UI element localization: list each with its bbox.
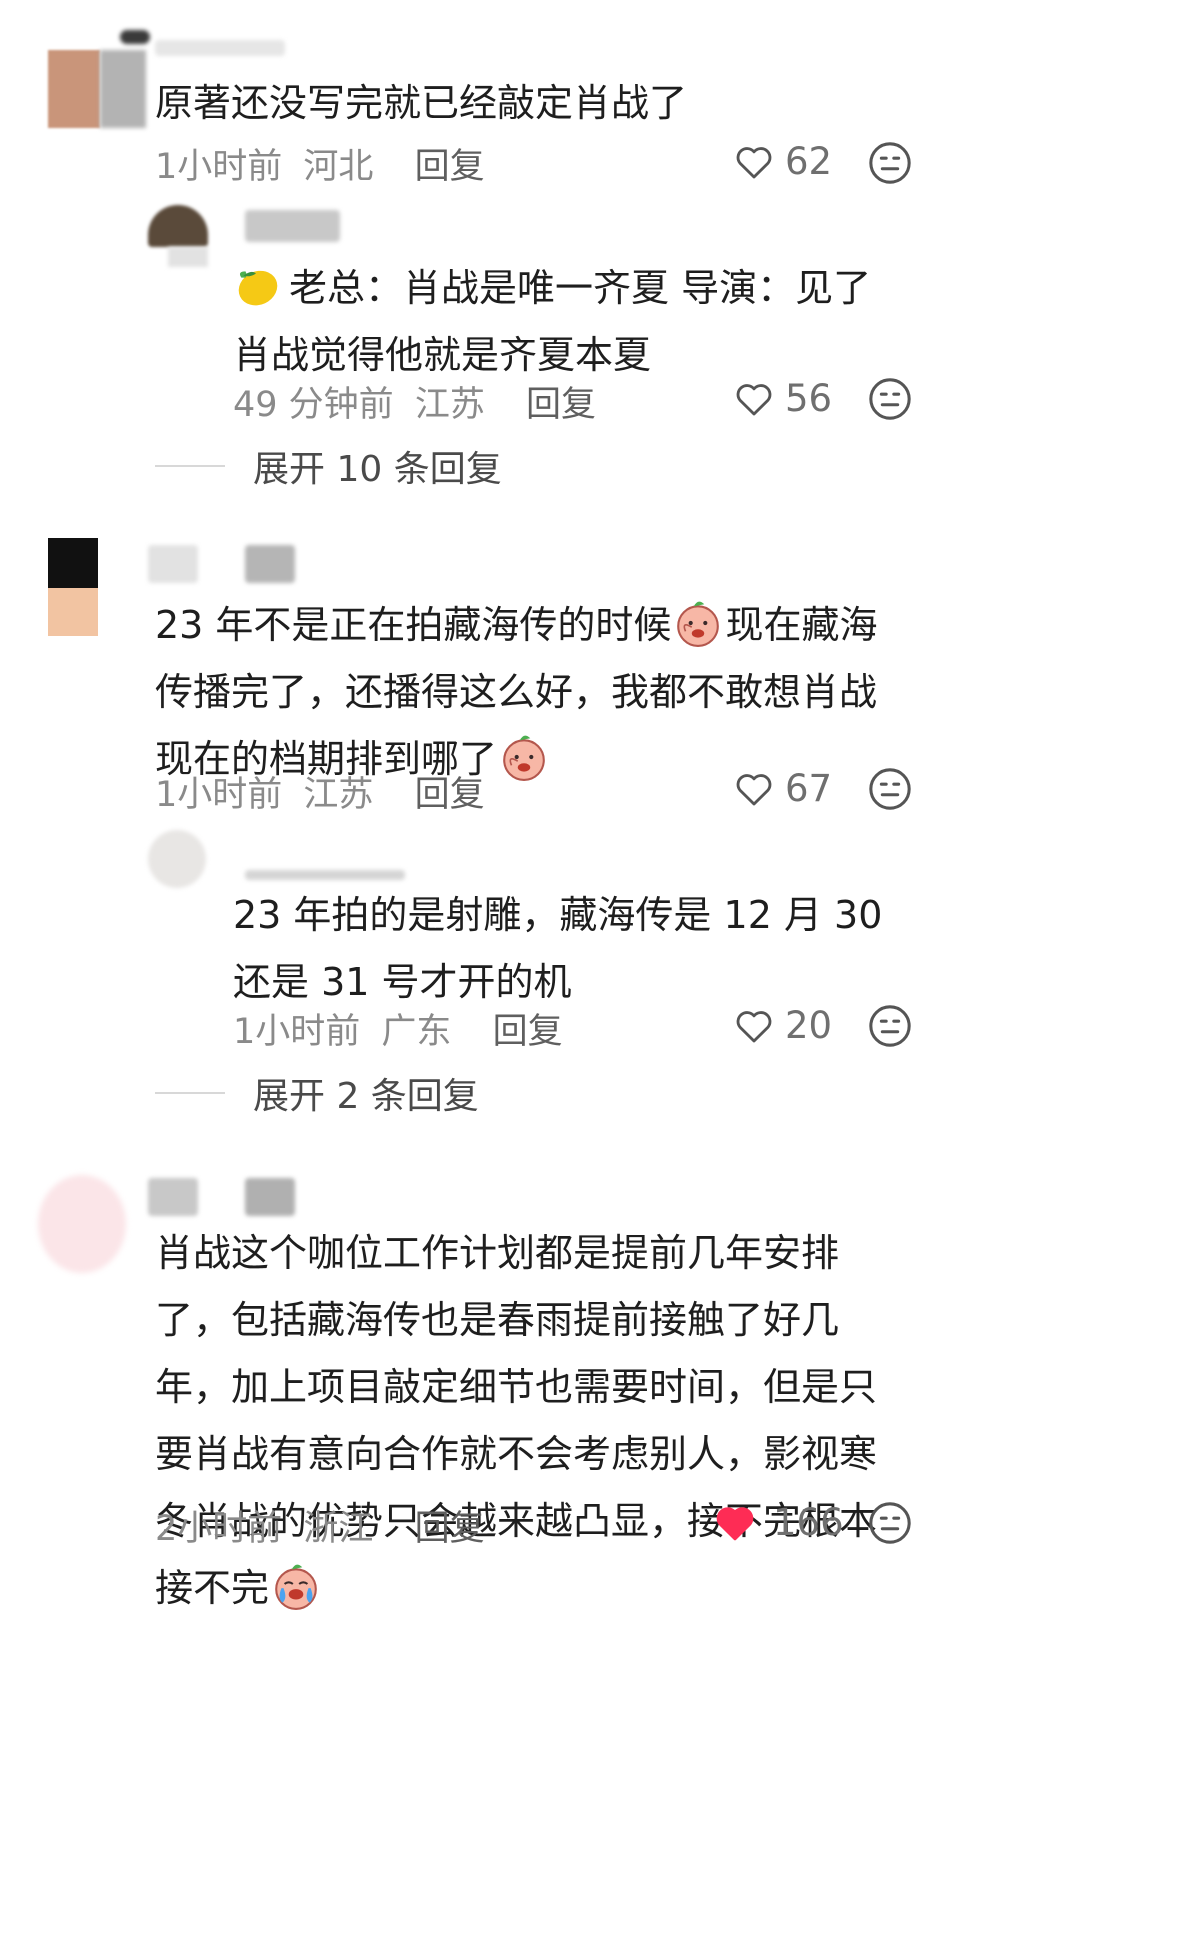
expand-replies-button[interactable]: 展开 2 条回复: [155, 1067, 479, 1119]
emoji-reaction-icon[interactable]: [867, 376, 913, 422]
like-count: 56: [785, 377, 833, 420]
heart-icon: [736, 146, 772, 178]
crying-peach-sticker-icon: [275, 1564, 317, 1610]
username[interactable]: [245, 210, 340, 242]
heart-icon: [736, 1010, 772, 1042]
comment-text: 23 年不是正在拍藏海传的时候 现在藏海传播完了，还播得这么好，我都不敢想肖战现在…: [155, 592, 900, 793]
emoji-reaction-icon[interactable]: [867, 766, 913, 812]
username[interactable]: [245, 870, 405, 880]
comment-location: 河北: [303, 147, 374, 187]
peach-sticker-icon: [677, 601, 720, 647]
like-count: 20: [785, 1004, 833, 1047]
comment-location: 江苏: [414, 385, 485, 425]
username[interactable]: [148, 1178, 198, 1216]
avatar[interactable]: [148, 830, 208, 890]
comment-meta: 1小时前 江苏 回复: [155, 766, 485, 817]
comment-location: 浙江: [303, 1509, 374, 1549]
lemon-emoji-icon: [238, 270, 278, 306]
reply-text: 老总：肖战是唯一齐夏 导演：见了肖战觉得他就是齐夏本夏: [233, 266, 872, 377]
heart-icon: [736, 773, 772, 805]
divider: [155, 1092, 225, 1094]
comment-meta: 49 分钟前 江苏 回复: [233, 376, 596, 427]
comment-text-body: 肖战这个咖位工作计划都是提前几年安排了，包括藏海传也是春雨提前接触了好几年，加上…: [155, 1231, 878, 1610]
comment-text: 老总：肖战是唯一齐夏 导演：见了肖战觉得他就是齐夏本夏: [233, 255, 898, 389]
username[interactable]: [155, 40, 285, 56]
username[interactable]: [148, 545, 198, 583]
like-count: 62: [785, 140, 833, 183]
avatar[interactable]: [148, 205, 218, 275]
comment-location: 广东: [381, 1012, 452, 1052]
like-count: 166: [773, 1501, 844, 1544]
comment-time: 1小时前: [155, 147, 283, 187]
avatar[interactable]: [38, 1175, 128, 1275]
comment-location: 江苏: [303, 775, 374, 815]
comment-time: 49 分钟前: [233, 385, 394, 425]
like-button[interactable]: 62: [735, 140, 832, 183]
emoji-reaction-icon[interactable]: [867, 1500, 913, 1546]
expand-label: 展开 10 条回复: [253, 449, 502, 490]
comment-text: 原著还没写完就已经敲定肖战了: [155, 81, 688, 125]
emoji-reaction-icon[interactable]: [867, 140, 913, 186]
divider: [155, 465, 225, 467]
heart-icon: [736, 383, 772, 415]
like-button[interactable]: 20: [735, 1004, 832, 1047]
avatar[interactable]: [48, 538, 100, 638]
comment-text: 肖战这个咖位工作计划都是提前几年安排了，包括藏海传也是春雨提前接触了好几年，加上…: [155, 1220, 900, 1622]
like-button[interactable]: 67: [735, 767, 832, 810]
reply-button[interactable]: 回复: [493, 1012, 563, 1052]
like-button[interactable]: 56: [735, 377, 832, 420]
username-part: [245, 1178, 295, 1216]
username-part: [245, 545, 295, 583]
comment-text-part1: 23 年不是正在拍藏海传的时候: [155, 603, 672, 647]
reply-button[interactable]: 回复: [415, 147, 485, 187]
peach-sticker-icon: [503, 735, 545, 781]
comment-meta: 2小时前 浙江 回复: [155, 1500, 485, 1551]
emoji-reaction-icon[interactable]: [867, 1003, 913, 1049]
reply-button[interactable]: 回复: [415, 775, 485, 815]
avatar[interactable]: [48, 30, 166, 148]
heart-filled-icon: [716, 1506, 754, 1540]
comment-meta: 1小时前 广东 回复: [233, 1003, 563, 1054]
comment-time: 2小时前: [155, 1509, 283, 1549]
comment-meta: 1小时前 河北 回复: [155, 138, 485, 189]
comment-time: 1小时前: [233, 1012, 361, 1052]
expand-label: 展开 2 条回复: [253, 1076, 479, 1117]
like-button[interactable]: 166: [715, 1501, 844, 1544]
reply-text: 23 年拍的是射雕，藏海传是 12 月 30 还是 31 号才开的机: [233, 893, 883, 1004]
expand-replies-button[interactable]: 展开 10 条回复: [155, 440, 502, 492]
reply-button[interactable]: 回复: [415, 1509, 485, 1549]
like-count: 67: [785, 767, 833, 810]
comment-time: 1小时前: [155, 775, 283, 815]
reply-button[interactable]: 回复: [526, 385, 596, 425]
